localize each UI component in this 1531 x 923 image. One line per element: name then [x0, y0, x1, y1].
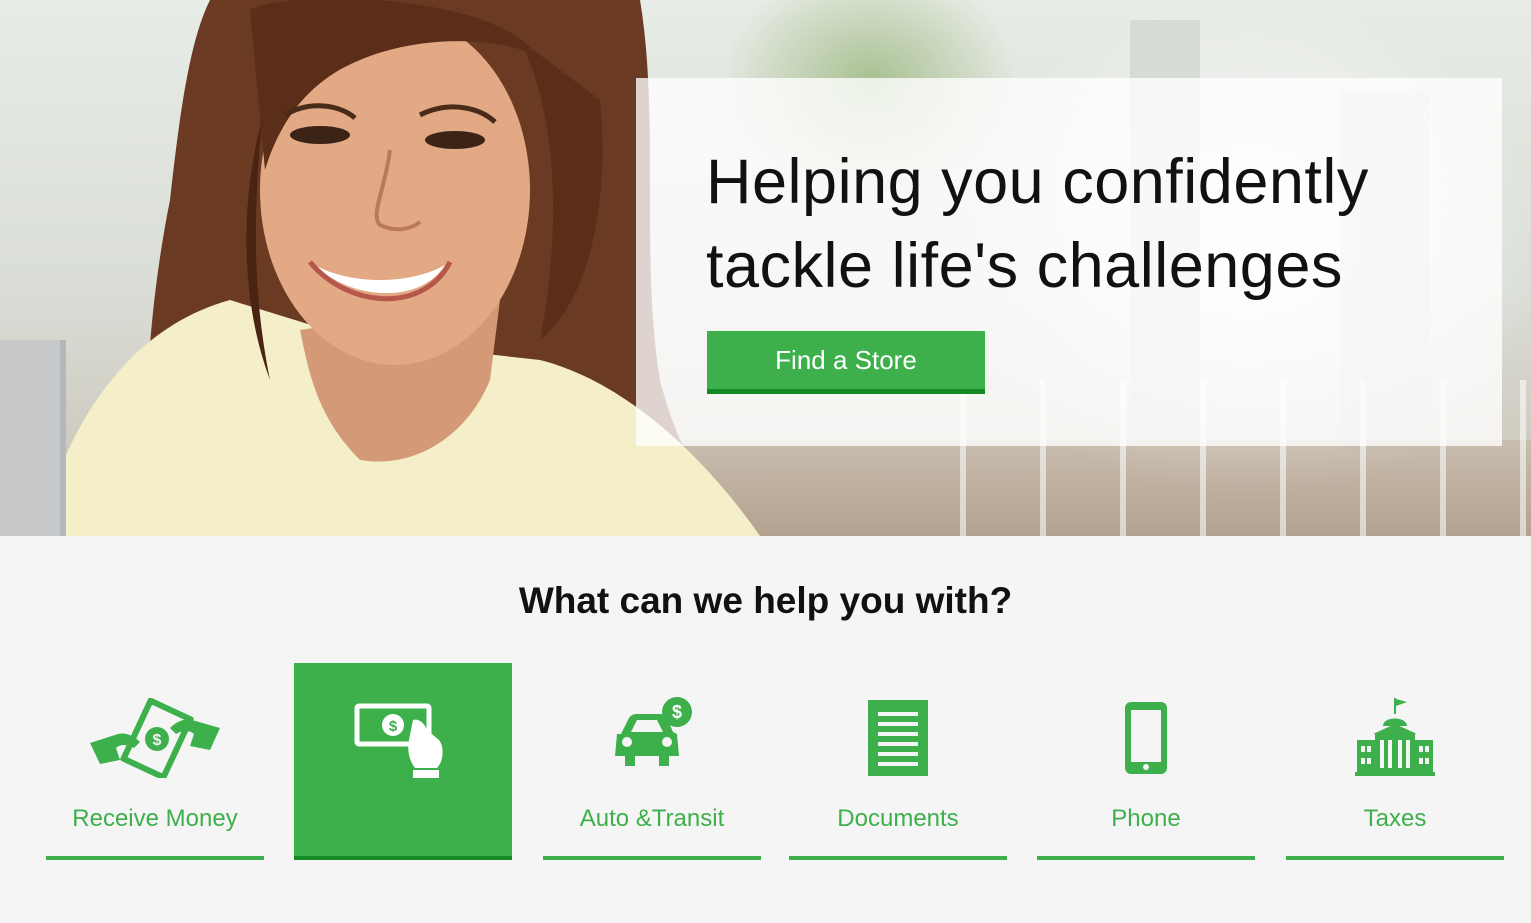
hero-headline: Helping you confidently tackle life's ch…: [706, 140, 1486, 308]
svg-text:$: $: [153, 732, 162, 749]
svg-text:$: $: [389, 718, 398, 735]
hero-banner: Helping you confidently tackle life's ch…: [0, 0, 1531, 536]
government-building-icon: [1355, 698, 1435, 776]
computer-monitor: [0, 340, 66, 536]
tile-receive-money[interactable]: $ Receive Money: [46, 663, 264, 860]
tile-label: Taxes: [1363, 805, 1427, 832]
document-icon: [868, 700, 928, 776]
tile-label: Auto &Transit: [579, 805, 725, 832]
phone-icon: [1125, 702, 1167, 774]
find-a-store-button[interactable]: Find a Store: [707, 331, 985, 394]
car-dollar-icon: $: [615, 697, 692, 766]
money-handoff-icon: $: [90, 698, 220, 778]
hero-headline-line1: Helping you confidently: [706, 147, 1369, 217]
headline-panel: Helping you confidently tackle life's ch…: [636, 78, 1502, 446]
tile-label: Phone: [1111, 805, 1181, 832]
svg-text:$: $: [672, 702, 682, 722]
tile-label: Documents: [837, 805, 959, 832]
help-section-title: What can we help you with?: [518, 580, 1013, 621]
hero-headline-line2: tackle life's challenges: [706, 231, 1343, 301]
tile-auto-transit[interactable]: $ Auto &Transit: [543, 663, 761, 860]
tile-phone[interactable]: Phone: [1037, 663, 1255, 860]
tile-documents[interactable]: Documents: [789, 663, 1007, 860]
bill-payment-icon: $: [354, 703, 443, 778]
tile-label: Receive Money: [72, 805, 238, 832]
service-tiles: $ Receive Money $ $ Auto &Transit Docume…: [46, 663, 1506, 863]
tile-taxes[interactable]: Taxes: [1286, 663, 1504, 860]
tile-bill-payment[interactable]: $: [294, 663, 512, 860]
